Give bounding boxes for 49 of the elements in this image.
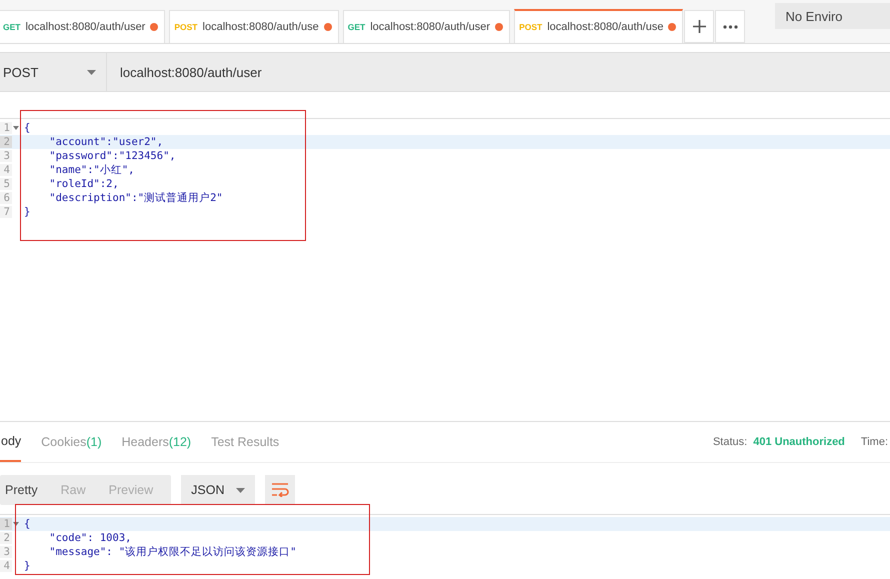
code-line: "password":"123456", <box>48 150 176 162</box>
view-mode-tab[interactable]: Pretty <box>0 475 56 505</box>
line-number: 7 <box>0 206 12 218</box>
code-line: "name":"小红", <box>48 163 135 177</box>
line-number: 2 <box>0 532 12 544</box>
request-tab[interactable]: POST localhost:8080/auth/use <box>514 9 684 43</box>
response-tab[interactable]: ody <box>0 422 22 462</box>
fold-caret-icon[interactable] <box>13 126 19 130</box>
request-tab[interactable]: GET localhost:8080/auth/user <box>0 10 166 43</box>
code-line: "roleId":2, <box>48 178 119 190</box>
format-dropdown[interactable]: JSON <box>181 475 256 505</box>
status-value: 401 Unauthorized <box>753 436 845 448</box>
status-label: Status: <box>712 436 748 448</box>
more-icon <box>722 24 738 28</box>
plus-icon <box>692 20 706 33</box>
request-tab[interactable]: POST localhost:8080/auth/use <box>169 10 339 43</box>
more-button[interactable] <box>715 10 746 43</box>
unsaved-dot-icon <box>668 23 676 31</box>
unsaved-dot-icon <box>324 23 332 31</box>
wrap-lines-button[interactable] <box>265 475 296 505</box>
environment-dropdown[interactable]: No Enviro <box>775 3 890 29</box>
time-label: Time: <box>860 436 888 448</box>
line-number: 2 <box>0 136 12 148</box>
code-line: "message": "该用户权限不足以访问该资源接口" <box>48 545 296 559</box>
method-dropdown[interactable]: POST <box>0 53 107 91</box>
caret-icon <box>236 488 246 492</box>
line-number: 6 <box>0 192 12 204</box>
fold-caret-icon[interactable] <box>13 522 19 526</box>
code-line: } <box>23 206 30 218</box>
line-number: 4 <box>0 164 12 176</box>
unsaved-dot-icon <box>150 23 158 31</box>
line-number: 5 <box>0 178 12 190</box>
unsaved-dot-icon <box>495 23 504 31</box>
code-line: { <box>23 518 30 530</box>
line-number: 3 <box>0 546 12 558</box>
code-line: "account":"user2", <box>48 136 164 148</box>
line-number: 1 <box>0 122 12 134</box>
code-line: { <box>23 122 30 134</box>
code-line: "code": 1003, <box>48 532 132 544</box>
code-line: } <box>23 560 30 572</box>
line-number: 4 <box>0 560 12 572</box>
new-tab-button[interactable] <box>684 10 714 43</box>
url-field[interactable]: localhost:8080/auth/user <box>107 53 890 91</box>
wrap-lines-icon <box>271 483 290 497</box>
code-line: "description":"测试普通用户2" <box>48 191 223 205</box>
request-tab[interactable]: GET localhost:8080/auth/user <box>342 10 510 43</box>
line-number: 1 <box>0 518 12 530</box>
line-number: 3 <box>0 150 12 162</box>
caret-icon <box>87 70 96 74</box>
